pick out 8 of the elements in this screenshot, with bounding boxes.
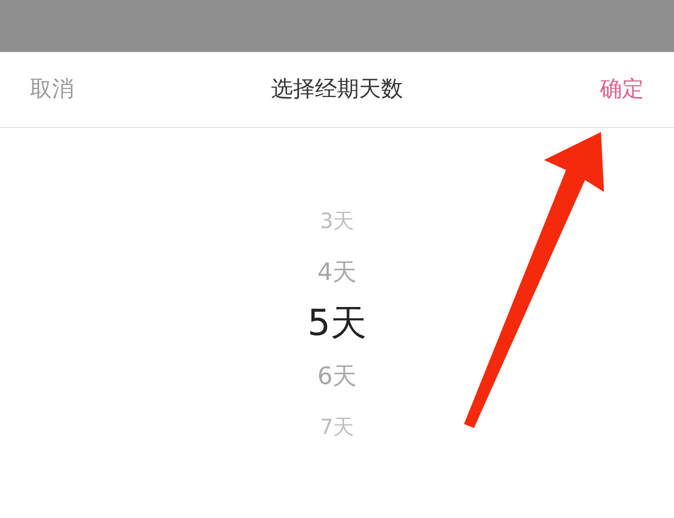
confirm-button[interactable]: 确定 xyxy=(600,73,644,106)
picker-option[interactable]: 4天 xyxy=(317,246,357,298)
cancel-button[interactable]: 取消 xyxy=(30,73,74,106)
picker-option[interactable]: 6天 xyxy=(317,350,357,402)
picker-option[interactable]: 7天 xyxy=(320,402,354,452)
dialog-title: 选择经期天数 xyxy=(271,76,403,104)
picker-option[interactable]: 3天 xyxy=(320,196,354,246)
picker-option[interactable]: 5天 xyxy=(308,298,366,350)
